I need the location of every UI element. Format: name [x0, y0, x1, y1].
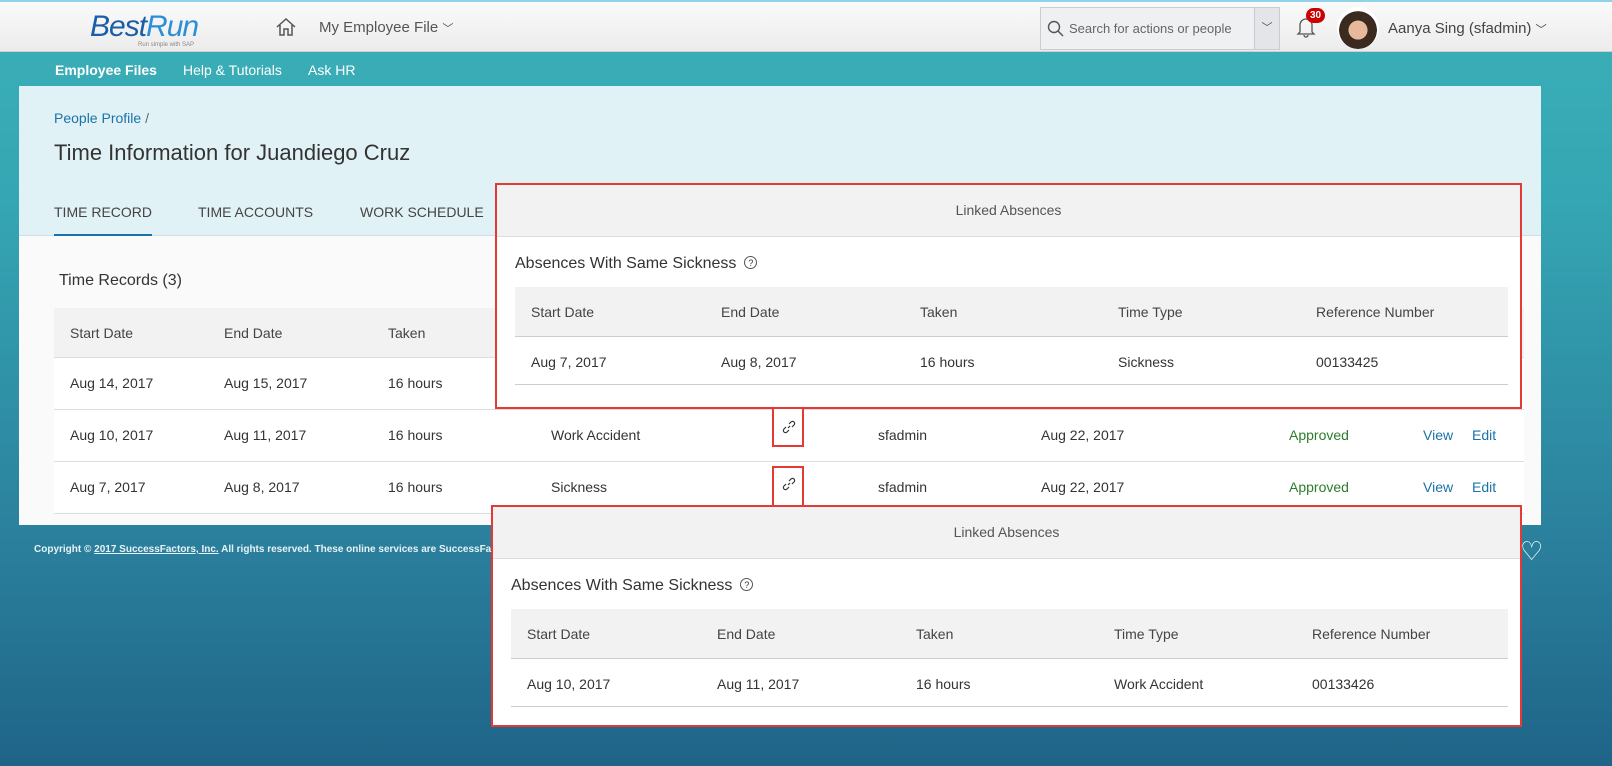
top-bar: BestRun Run simple with SAP My Employee F…	[0, 0, 1612, 52]
link-icon	[782, 477, 796, 491]
heart-icon[interactable]: ♡	[1520, 536, 1543, 567]
table-header: Start Date End Date Taken Time Type Referenc…	[511, 609, 1508, 659]
search-input[interactable]: Search for actions or people ﹀	[1040, 7, 1280, 50]
home-icon[interactable]	[275, 16, 297, 38]
help-icon[interactable]: ?	[740, 578, 754, 591]
chevron-down-icon: ﹀	[1535, 24, 1547, 36]
help-icon[interactable]: ?	[744, 256, 758, 269]
linked-absences-table: Start Date End Date Taken Time Type Referenc…	[511, 609, 1508, 707]
successfactors-link[interactable]: 2017 SuccessFactors, Inc.	[94, 544, 219, 555]
linked-absences-popover: Linked Absences Absences With Same Sickn…	[491, 505, 1522, 727]
tab-time-accounts[interactable]: TIME ACCOUNTS	[198, 204, 313, 236]
breadcrumb-people-profile[interactable]: People Profile	[54, 110, 141, 126]
linked-absences-table: Start Date End Date Taken Time Type Referenc…	[515, 287, 1508, 385]
table-row: Aug 10, 2017 Aug 11, 2017 16 hours Work Acc…	[511, 659, 1508, 707]
avatar[interactable]	[1337, 7, 1379, 49]
nav-bar: Employee Files Help & Tutorials Ask HR	[0, 52, 1612, 86]
status-badge: Approved	[1289, 479, 1349, 495]
notification-badge: 30	[1306, 8, 1326, 23]
page-title: Time Information for Juandiego Cruz	[54, 140, 411, 165]
tab-work-schedule[interactable]: WORK SCHEDULE	[360, 204, 484, 236]
view-link[interactable]: View	[1423, 479, 1453, 495]
nav-help-tutorials[interactable]: Help & Tutorials	[183, 62, 282, 78]
popover-title: Absences With Same Sickness?	[515, 255, 758, 273]
table-row: Aug 7, 2017 Aug 8, 2017 16 hours Sickness 00…	[515, 337, 1508, 385]
bestrun-logo[interactable]: BestRun Run simple with SAP	[90, 10, 199, 48]
chevron-down-icon: ﹀	[442, 23, 454, 35]
table-header: Start Date End Date Taken Time Type Referenc…	[515, 287, 1508, 337]
linked-absence-button[interactable]	[772, 466, 804, 506]
time-records-title: Time Records (3)	[59, 272, 182, 289]
edit-link[interactable]: Edit	[1472, 479, 1496, 495]
nav-ask-hr[interactable]: Ask HR	[308, 62, 355, 78]
linked-absence-button[interactable]	[772, 407, 804, 447]
nav-employee-files[interactable]: Employee Files	[55, 62, 157, 78]
footer-copyright: Copyright © 2017 SuccessFactors, Inc. Al…	[34, 544, 492, 555]
status-badge: Approved	[1289, 427, 1349, 443]
module-menu[interactable]: My Employee File ﹀	[319, 19, 453, 36]
user-menu[interactable]: Aanya Sing (sfadmin) ﹀	[1388, 20, 1547, 37]
popover-title: Absences With Same Sickness?	[511, 577, 754, 595]
edit-link[interactable]: Edit	[1472, 427, 1496, 443]
view-link[interactable]: View	[1423, 427, 1453, 443]
linked-absences-popover: Linked Absences Absences With Same Sickn…	[495, 183, 1522, 409]
search-dropdown-button[interactable]: ﹀	[1254, 8, 1279, 49]
link-icon	[782, 420, 796, 434]
search-icon	[1047, 20, 1064, 37]
breadcrumb: People Profile /	[54, 110, 149, 126]
tab-time-record[interactable]: TIME RECORD	[54, 204, 152, 236]
